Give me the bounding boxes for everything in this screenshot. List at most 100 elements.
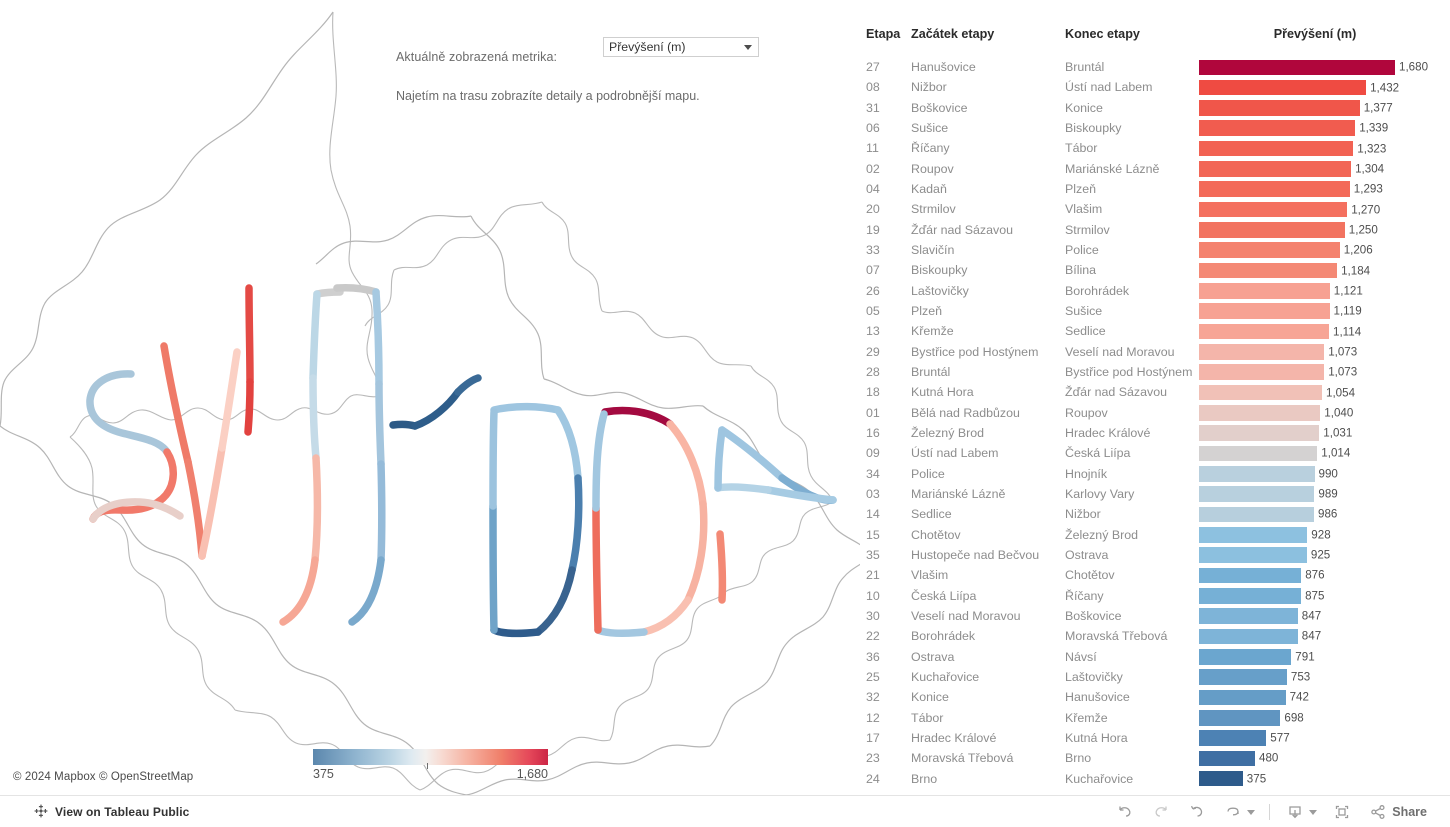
table-row[interactable]: 24 Brno Kuchařovice 375 — [860, 768, 1450, 788]
table-row[interactable]: 18 Kutná Hora Žďár nad Sázavou 1,054 — [860, 382, 1450, 402]
value-bar[interactable] — [1199, 689, 1286, 706]
table-row[interactable]: 06 Sušice Biskoupky 1,339 — [860, 118, 1450, 138]
bar-cell[interactable]: 375 — [1199, 770, 1266, 787]
value-bar[interactable] — [1199, 323, 1329, 340]
bar-cell[interactable]: 1,680 — [1199, 59, 1428, 75]
table-row[interactable]: 20 Strmilov Vlašim 1,270 — [860, 199, 1450, 219]
map-canvas[interactable] — [0, 0, 860, 795]
bar-cell[interactable]: 1,054 — [1199, 384, 1355, 401]
bar-cell[interactable]: 480 — [1199, 750, 1278, 767]
table-row[interactable]: 02 Roupov Mariánské Lázně 1,304 — [860, 159, 1450, 179]
bar-cell[interactable]: 986 — [1199, 506, 1337, 523]
value-bar[interactable] — [1199, 140, 1354, 157]
value-bar[interactable] — [1199, 750, 1255, 767]
value-bar[interactable] — [1199, 649, 1292, 665]
column-header-etapa[interactable]: Etapa — [866, 27, 900, 41]
table-row[interactable]: 03 Mariánské Lázně Karlovy Vary 989 — [860, 484, 1450, 504]
bar-cell[interactable]: 742 — [1199, 689, 1309, 706]
table-row[interactable]: 21 Vlašim Chotětov 876 — [860, 565, 1450, 585]
table-row[interactable]: 11 Říčany Tábor 1,323 — [860, 138, 1450, 158]
value-bar[interactable] — [1199, 242, 1340, 258]
value-bar[interactable] — [1199, 425, 1320, 441]
table-row[interactable]: 07 Biskoupky Bílina 1,184 — [860, 260, 1450, 280]
table-row[interactable]: 05 Plzeň Sušice 1,119 — [860, 301, 1450, 321]
bar-cell[interactable]: 1,270 — [1199, 201, 1380, 218]
value-bar[interactable] — [1199, 486, 1315, 502]
value-bar[interactable] — [1199, 608, 1298, 624]
table-row[interactable]: 01 Bělá nad Radbůzou Roupov 1,040 — [860, 403, 1450, 423]
refresh-button[interactable] — [1215, 796, 1245, 827]
refresh-dropdown-caret[interactable] — [1247, 809, 1256, 815]
value-bar[interactable] — [1199, 730, 1267, 746]
table-row[interactable]: 12 Tábor Křemže 698 — [860, 708, 1450, 728]
map-attribution[interactable]: © 2024 Mapbox © OpenStreetMap — [13, 771, 193, 783]
value-bar[interactable] — [1199, 79, 1367, 96]
bar-cell[interactable]: 928 — [1199, 527, 1331, 543]
bar-cell[interactable]: 1,293 — [1199, 181, 1383, 197]
bar-cell[interactable]: 1,339 — [1199, 120, 1388, 136]
table-row[interactable]: 28 Bruntál Bystřice pod Hostýnem 1,073 — [860, 362, 1450, 382]
table-row[interactable]: 34 Police Hnojník 990 — [860, 464, 1450, 484]
color-legend[interactable]: 375 1,680 — [313, 749, 548, 781]
bar-cell[interactable]: 847 — [1199, 628, 1321, 645]
value-bar[interactable] — [1199, 283, 1330, 299]
undo-button[interactable] — [1107, 796, 1143, 827]
bar-cell[interactable]: 698 — [1199, 710, 1304, 726]
bar-cell[interactable]: 1,206 — [1199, 242, 1373, 258]
bar-cell[interactable]: 1,250 — [1199, 222, 1378, 238]
map-pane[interactable]: Aktuálně zobrazená metrika: Převýšení (m… — [0, 0, 860, 795]
value-bar[interactable] — [1199, 628, 1298, 645]
value-bar[interactable] — [1199, 506, 1314, 523]
table-row[interactable]: 27 Hanušovice Bruntál 1,680 — [860, 57, 1450, 77]
table-row[interactable]: 16 Železný Brod Hradec Králové 1,031 — [860, 423, 1450, 443]
table-row[interactable]: 17 Hradec Králové Kutná Hora 577 — [860, 728, 1450, 748]
column-header-end[interactable]: Konec etapy — [1065, 27, 1140, 41]
bar-cell[interactable]: 925 — [1199, 547, 1330, 563]
bar-cell[interactable]: 1,073 — [1199, 344, 1357, 360]
value-bar[interactable] — [1199, 445, 1318, 462]
value-bar[interactable] — [1199, 344, 1325, 360]
value-bar[interactable] — [1199, 527, 1308, 543]
table-row[interactable]: 35 Hustopeče nad Bečvou Ostrava 925 — [860, 545, 1450, 565]
bar-cell[interactable]: 1,040 — [1199, 405, 1353, 421]
value-bar[interactable] — [1199, 567, 1302, 584]
bar-cell[interactable]: 1,114 — [1199, 323, 1361, 340]
bar-cell[interactable]: 1,014 — [1199, 445, 1350, 462]
table-row[interactable]: 19 Žďár nad Sázavou Strmilov 1,250 — [860, 220, 1450, 240]
bar-cell[interactable]: 791 — [1199, 649, 1315, 665]
bar-cell[interactable]: 1,184 — [1199, 262, 1370, 279]
value-bar[interactable] — [1199, 588, 1302, 604]
table-row[interactable]: 08 Nižbor Ústí nad Labem 1,432 — [860, 77, 1450, 97]
value-bar[interactable] — [1199, 100, 1360, 116]
table-row[interactable]: 04 Kadaň Plzeň 1,293 — [860, 179, 1450, 199]
bar-cell[interactable]: 753 — [1199, 669, 1310, 685]
value-bar[interactable] — [1199, 161, 1352, 177]
table-row[interactable]: 29 Bystřice pod Hostýnem Veselí nad Moravo… — [860, 342, 1450, 362]
fullscreen-button[interactable] — [1324, 796, 1360, 827]
bar-cell[interactable]: 875 — [1199, 588, 1324, 604]
value-bar[interactable] — [1199, 59, 1395, 75]
bar-cell[interactable]: 1,323 — [1199, 140, 1386, 157]
value-bar[interactable] — [1199, 201, 1348, 218]
value-bar[interactable] — [1199, 669, 1287, 685]
value-bar[interactable] — [1199, 262, 1338, 279]
table-row[interactable]: 13 Křemže Sedlice 1,114 — [860, 321, 1450, 341]
metric-select-dropdown[interactable]: Převýšení (m) — [603, 37, 759, 57]
view-on-tableau-public-button[interactable]: View on Tableau Public — [34, 796, 189, 827]
bar-cell[interactable]: 577 — [1199, 730, 1290, 746]
table-row[interactable]: 25 Kuchařovice Laštovičky 753 — [860, 667, 1450, 687]
table-row[interactable]: 31 Boškovice Konice 1,377 — [860, 98, 1450, 118]
bar-cell[interactable]: 990 — [1199, 466, 1338, 482]
bar-cell[interactable]: 1,031 — [1199, 425, 1352, 441]
value-bar[interactable] — [1199, 466, 1315, 482]
table-row[interactable]: 26 Laštovičky Borohrádek 1,121 — [860, 281, 1450, 301]
bar-cell[interactable]: 1,304 — [1199, 161, 1384, 177]
bar-cell[interactable]: 876 — [1199, 567, 1325, 584]
table-row[interactable]: 23 Moravská Třebová Brno 480 — [860, 748, 1450, 768]
value-bar[interactable] — [1199, 364, 1325, 380]
table-row[interactable]: 10 Česká Liípa Říčany 875 — [860, 586, 1450, 606]
bar-cell[interactable]: 1,432 — [1199, 79, 1399, 96]
bar-cell[interactable]: 989 — [1199, 486, 1338, 502]
value-bar[interactable] — [1199, 222, 1345, 238]
value-bar[interactable] — [1199, 384, 1322, 401]
